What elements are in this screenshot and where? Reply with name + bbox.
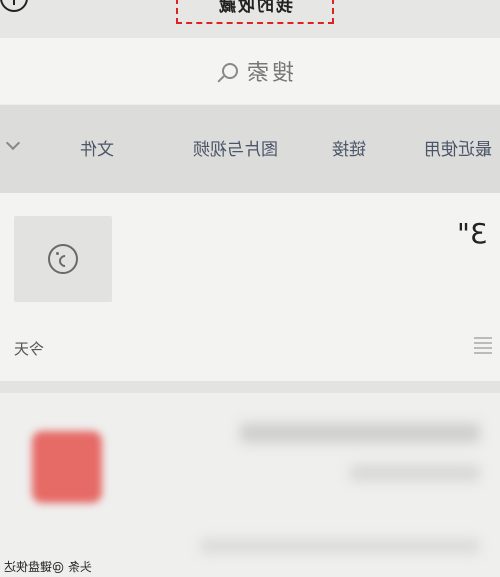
tab-links[interactable]: 链接 bbox=[332, 135, 366, 160]
blurred-text bbox=[350, 465, 480, 481]
page-title: 我的收藏 bbox=[176, 0, 334, 24]
item-thumbnail-blurred bbox=[32, 431, 102, 503]
voice-message-icon bbox=[48, 244, 78, 274]
tab-files[interactable]: 文件 bbox=[80, 135, 114, 160]
plus-circle-icon[interactable] bbox=[0, 0, 28, 12]
item-date: 今天 bbox=[14, 340, 45, 358]
item-thumbnail bbox=[14, 216, 112, 302]
divider bbox=[0, 381, 500, 393]
favorite-item-card-blurred[interactable] bbox=[0, 393, 500, 577]
search-label: 搜索 bbox=[244, 61, 295, 86]
search-input[interactable]: 搜索 bbox=[198, 46, 318, 96]
chevron-down-icon[interactable] bbox=[6, 138, 20, 152]
category-tabs: 最近使用 链接 图片与视频 文件 bbox=[0, 105, 500, 193]
item-tag-icon bbox=[474, 337, 492, 355]
item-title: 3" bbox=[457, 217, 488, 250]
watermark: 头条 @键盘侠达 bbox=[4, 560, 92, 574]
tab-images-videos[interactable]: 图片与视频 bbox=[193, 135, 278, 160]
tab-recent[interactable]: 最近使用 bbox=[424, 135, 492, 160]
favorite-item-card[interactable]: 3" 今天 bbox=[0, 193, 500, 381]
search-icon bbox=[222, 63, 238, 79]
top-bar: 我的收藏 bbox=[0, 0, 500, 38]
blurred-text bbox=[200, 539, 480, 553]
blurred-text bbox=[240, 423, 480, 443]
search-area: 搜索 bbox=[0, 38, 500, 104]
